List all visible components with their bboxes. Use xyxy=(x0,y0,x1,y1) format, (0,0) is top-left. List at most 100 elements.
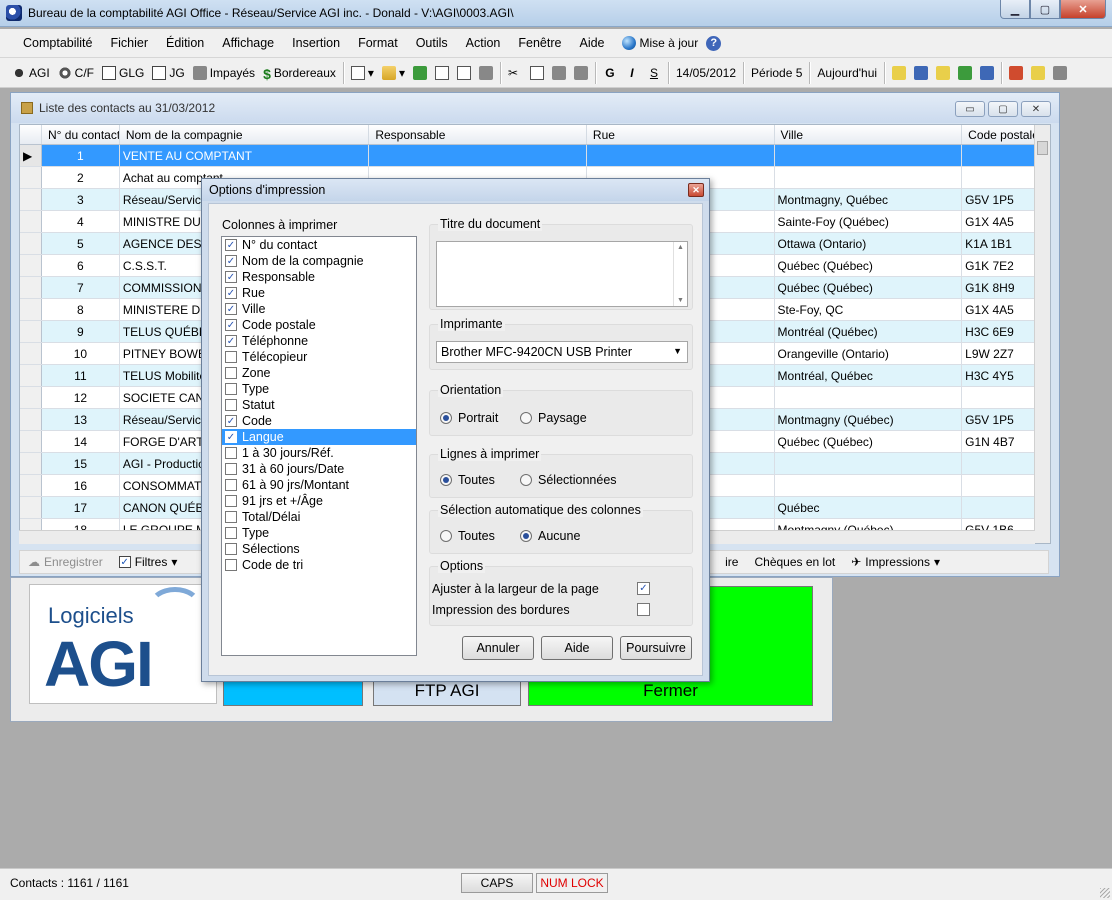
jg-button[interactable]: JG xyxy=(148,61,188,85)
selected-lines-radio[interactable]: Sélectionnées xyxy=(520,473,617,487)
maximize-button[interactable]: ▢ xyxy=(1030,0,1060,19)
menu-format[interactable]: Format xyxy=(349,36,407,50)
dialog-close-button[interactable]: ✕ xyxy=(688,183,704,197)
excel-button[interactable] xyxy=(954,61,976,85)
menu-fichier[interactable]: Fichier xyxy=(101,36,157,50)
col-header-responsable[interactable]: Responsable xyxy=(369,125,587,144)
cut-button[interactable]: ✂ xyxy=(504,61,526,85)
child-close-button[interactable]: ✕ xyxy=(1021,101,1051,117)
column-checkbox[interactable] xyxy=(225,447,237,459)
browser-button[interactable] xyxy=(910,61,932,85)
menu-fenetre[interactable]: Fenêtre xyxy=(509,36,570,50)
scroll-thumb[interactable] xyxy=(1037,141,1048,155)
print-button[interactable] xyxy=(475,61,497,85)
column-checkbox[interactable]: ✓ xyxy=(225,271,237,283)
row-header[interactable] xyxy=(20,167,42,188)
column-option[interactable]: ✓ Téléphonne xyxy=(222,333,416,349)
menu-comptabilite[interactable]: Comptabilité xyxy=(14,36,101,50)
row-header[interactable] xyxy=(20,475,42,496)
row-header[interactable] xyxy=(20,277,42,298)
column-option[interactable]: Zone xyxy=(222,365,416,381)
row-header[interactable] xyxy=(20,409,42,430)
window-button[interactable] xyxy=(1049,61,1071,85)
row-header[interactable] xyxy=(20,365,42,386)
menu-update[interactable]: Mise à jour xyxy=(614,36,707,50)
textarea-scrollbar[interactable]: ▲ ▼ xyxy=(673,242,687,306)
import-button[interactable] xyxy=(409,61,431,85)
column-option[interactable]: Statut xyxy=(222,397,416,413)
favorites-button[interactable] xyxy=(888,61,910,85)
column-checkbox[interactable] xyxy=(225,495,237,507)
word-button[interactable] xyxy=(976,61,998,85)
column-checkbox[interactable] xyxy=(225,479,237,491)
column-option[interactable]: Sélections xyxy=(222,541,416,557)
column-checkbox[interactable]: ✓ xyxy=(225,415,237,427)
column-checkbox[interactable]: ✓ xyxy=(225,431,237,443)
chart-button[interactable] xyxy=(1027,61,1049,85)
column-checkbox[interactable]: ✓ xyxy=(225,255,237,267)
fit-width-checkbox[interactable]: ✓ xyxy=(637,582,650,595)
column-option[interactable]: ✓ Nom de la compagnie xyxy=(222,253,416,269)
column-checkbox[interactable] xyxy=(225,543,237,555)
column-checkbox[interactable]: ✓ xyxy=(225,335,237,347)
borders-checkbox[interactable] xyxy=(637,603,650,616)
columns-checklist[interactable]: ✓ N° du contact ✓ Nom de la compagnie ✓ Respo… xyxy=(221,236,417,656)
column-checkbox[interactable] xyxy=(225,559,237,571)
row-header[interactable] xyxy=(20,189,42,210)
app-icon[interactable] xyxy=(6,5,22,21)
today-button[interactable]: Aujourd'hui xyxy=(813,61,881,85)
col-header-street[interactable]: Rue xyxy=(587,125,775,144)
filters-button[interactable]: ✓ Filtres ▾ xyxy=(111,551,186,573)
landscape-radio[interactable]: Paysage xyxy=(520,411,587,425)
column-checkbox[interactable] xyxy=(225,511,237,523)
column-option[interactable]: ✓ Code xyxy=(222,413,416,429)
column-checkbox[interactable]: ✓ xyxy=(225,239,237,251)
column-checkbox[interactable]: ✓ xyxy=(225,287,237,299)
menu-insertion[interactable]: Insertion xyxy=(283,36,349,50)
column-option[interactable]: 31 à 60 jours/Date xyxy=(222,461,416,477)
grid-vertical-scrollbar[interactable] xyxy=(1034,125,1050,543)
column-option[interactable]: 61 à 90 jrs/Montant xyxy=(222,477,416,493)
column-checkbox[interactable] xyxy=(225,383,237,395)
column-checkbox[interactable]: ✓ xyxy=(225,303,237,315)
new-button[interactable]: ▾ xyxy=(347,61,378,85)
agi-button[interactable]: AGI xyxy=(8,61,54,85)
column-option[interactable]: 1 à 30 jours/Réf. xyxy=(222,445,416,461)
calendar-button[interactable] xyxy=(1005,61,1027,85)
paste-button[interactable] xyxy=(548,61,570,85)
column-option[interactable]: ✓ Ville xyxy=(222,301,416,317)
bold-button[interactable]: G xyxy=(599,61,621,85)
printer-select[interactable]: Brother MFC-9420CN USB Printer ▼ xyxy=(436,341,688,363)
column-option[interactable]: ✓ Code postale xyxy=(222,317,416,333)
table-row[interactable]: ▶ 1 VENTE AU COMPTANT xyxy=(20,145,1050,167)
row-header[interactable] xyxy=(20,233,42,254)
row-header[interactable] xyxy=(20,497,42,518)
help-button[interactable]: Aide xyxy=(541,636,613,660)
column-option[interactable]: ✓ N° du contact xyxy=(222,237,416,253)
preview-button[interactable] xyxy=(453,61,475,85)
menu-action[interactable]: Action xyxy=(457,36,510,50)
calc-button[interactable] xyxy=(932,61,954,85)
col-header-contact[interactable]: N° du contact xyxy=(42,125,120,144)
portrait-radio[interactable]: Portrait xyxy=(440,411,498,425)
row-header[interactable] xyxy=(20,343,42,364)
cf-button[interactable]: C/F xyxy=(54,61,98,85)
glg-button[interactable]: GLG xyxy=(98,61,148,85)
column-option[interactable]: Télécopieur xyxy=(222,349,416,365)
underline-button[interactable]: S xyxy=(643,61,665,85)
periode-display[interactable]: Période 5 xyxy=(747,61,806,85)
column-checkbox[interactable] xyxy=(225,351,237,363)
prints-button[interactable]: ✈ Impressions ▾ xyxy=(843,551,948,573)
auto-all-radio[interactable]: Toutes xyxy=(440,529,495,543)
column-option[interactable]: Type xyxy=(222,381,416,397)
column-option[interactable]: ✓ Langue xyxy=(222,429,416,445)
close-button[interactable]: ✕ xyxy=(1060,0,1106,19)
minimize-button[interactable]: ▁ xyxy=(1000,0,1030,19)
column-checkbox[interactable] xyxy=(225,527,237,539)
doc-title-input[interactable]: ▲ ▼ xyxy=(436,241,688,307)
menu-outils[interactable]: Outils xyxy=(407,36,457,50)
all-lines-radio[interactable]: Toutes xyxy=(440,473,495,487)
cheques-button[interactable]: Chèques en lot xyxy=(746,551,843,573)
row-header[interactable] xyxy=(20,321,42,342)
row-header[interactable]: ▶ xyxy=(20,145,42,166)
